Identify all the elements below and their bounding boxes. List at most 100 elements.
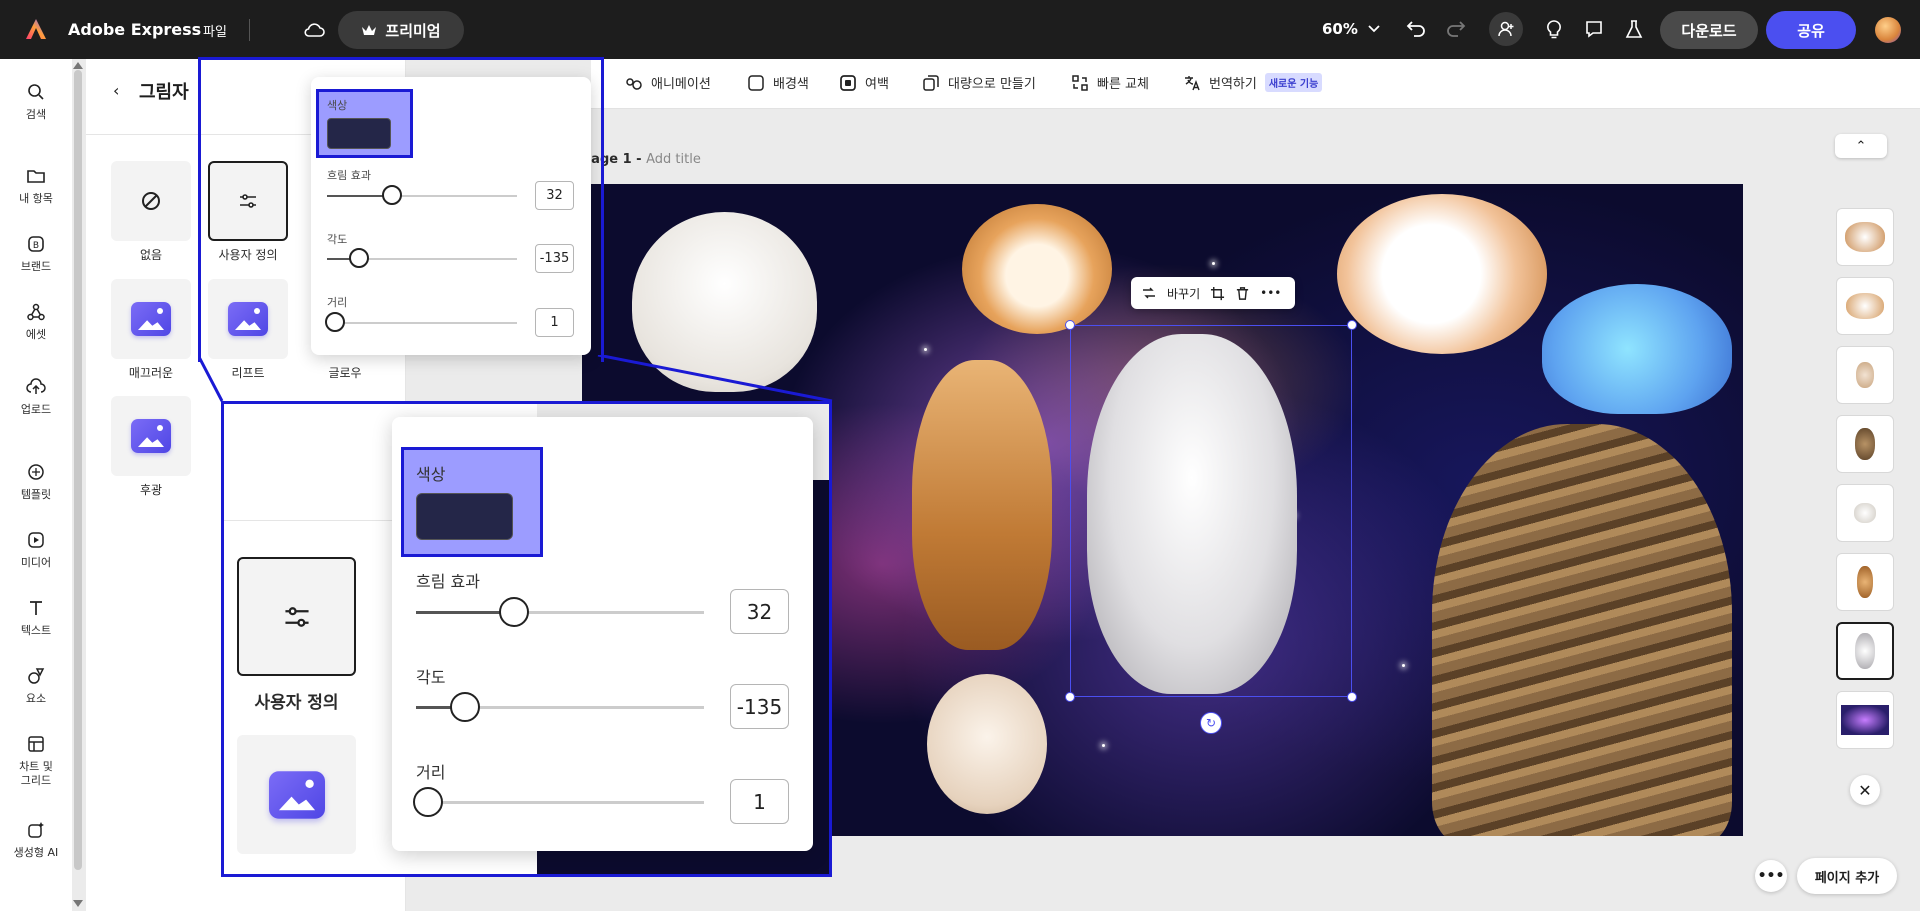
shadow-custom-tile[interactable]: [237, 557, 356, 676]
hamster-image[interactable]: [962, 204, 1112, 334]
rail-item-assets[interactable]: 에셋: [0, 302, 72, 342]
tile-label: 후광: [139, 483, 163, 497]
shadow-lift-tile[interactable]: [237, 735, 356, 854]
crop-icon[interactable]: [1210, 286, 1225, 301]
rail-item-templates[interactable]: 템플릿: [0, 462, 72, 502]
page-title-placeholder[interactable]: Add title: [646, 152, 701, 167]
callout-frame: [198, 57, 604, 362]
page-thumbnail[interactable]: [1836, 346, 1894, 404]
resize-handle[interactable]: [1065, 692, 1075, 702]
rail-item-charts[interactable]: 차트 및 그리드: [0, 734, 72, 788]
rail-item-upload[interactable]: 업로드: [0, 377, 72, 417]
color-label: 색상: [416, 465, 446, 484]
shadow-halo-tile[interactable]: [111, 396, 191, 476]
toolbar-animation[interactable]: 애니메이션: [625, 73, 711, 92]
mouse-image[interactable]: [927, 674, 1047, 814]
page-thumbnail[interactable]: [1836, 415, 1894, 473]
distance-slider[interactable]: [416, 801, 704, 804]
rail-item-elements[interactable]: 요소: [0, 666, 72, 706]
comment-icon[interactable]: [1581, 16, 1607, 42]
rail-item-my-stuff[interactable]: 내 항목: [0, 166, 72, 206]
invite-user-icon[interactable]: [1489, 12, 1523, 46]
distance-value-input[interactable]: 1: [730, 779, 789, 824]
color-swatch[interactable]: [416, 493, 513, 540]
resize-handle[interactable]: [1347, 692, 1357, 702]
guinea-pig-image[interactable]: [1337, 194, 1547, 354]
page-thumbnail[interactable]: [1836, 277, 1894, 335]
download-button[interactable]: 다운로드: [1660, 11, 1758, 49]
blur-slider[interactable]: [416, 611, 704, 614]
thumbnails-scroll-up-chevron-icon[interactable]: ⌃: [1835, 134, 1887, 158]
rail-label: 생성형 AI: [13, 846, 59, 859]
flask-icon[interactable]: [1621, 16, 1647, 42]
angle-slider-thumb[interactable]: [449, 692, 480, 722]
brand-icon: B: [28, 236, 44, 252]
new-feature-badge: 새로운 기능: [1264, 73, 1323, 92]
toolbar-label: 배경색: [773, 77, 809, 92]
premium-button[interactable]: 프리미엄: [338, 11, 464, 49]
crown-icon: [362, 25, 377, 35]
page-thumbnail[interactable]: [1836, 484, 1894, 542]
zoom-value: 60%: [1322, 20, 1358, 38]
share-button[interactable]: 공유: [1766, 11, 1856, 49]
tabby-cat-image[interactable]: [1432, 424, 1732, 836]
divider: [249, 19, 250, 41]
trash-icon[interactable]: [1235, 286, 1250, 301]
cloud-icon[interactable]: [303, 18, 327, 40]
profile-avatar[interactable]: [1875, 17, 1901, 43]
rail-item-generative-ai[interactable]: 생성형 AI: [0, 820, 72, 860]
add-page-button[interactable]: 페이지 추가: [1797, 858, 1897, 894]
distance-slider-thumb[interactable]: [412, 787, 443, 817]
zoom-control[interactable]: 60%: [1322, 20, 1380, 38]
blur-slider-thumb[interactable]: [498, 597, 529, 627]
toolbar-bulk-create[interactable]: 대량으로 만들기: [922, 73, 1036, 92]
back-chevron-icon[interactable]: ‹: [113, 81, 119, 100]
rail-item-text[interactable]: 텍스트: [0, 598, 72, 638]
star: [924, 348, 927, 351]
toolbar-quick-swap[interactable]: 빠른 교체: [1071, 73, 1149, 92]
more-options-icon[interactable]: •••: [1755, 860, 1787, 892]
toolbar-label: 여백: [865, 77, 889, 92]
rotate-icon[interactable]: ↻: [1200, 712, 1222, 734]
chevron-down-icon: [1368, 25, 1380, 33]
redo-icon[interactable]: [1443, 16, 1469, 42]
sliders-icon: [284, 606, 309, 627]
replace-icon[interactable]: [1141, 285, 1157, 301]
rail-item-brand[interactable]: B 브랜드: [0, 234, 72, 274]
file-menu[interactable]: 파일: [203, 21, 227, 40]
adobe-express-logo-icon[interactable]: [24, 17, 48, 41]
rail-item-media[interactable]: 미디어: [0, 530, 72, 570]
angle-value-input[interactable]: -135: [730, 684, 789, 729]
toolbar-padding[interactable]: 여백: [839, 73, 889, 92]
tile-label: 없음: [139, 248, 163, 262]
orange-cat-image[interactable]: [912, 360, 1052, 650]
translate-icon: [1185, 75, 1200, 90]
scroll-down-arrow-icon[interactable]: [73, 900, 83, 907]
shadow-none-tile[interactable]: [111, 161, 191, 241]
close-icon[interactable]: ✕: [1850, 775, 1880, 805]
scroll-up-arrow-icon[interactable]: [73, 62, 83, 69]
lightbulb-icon[interactable]: [1541, 16, 1567, 42]
replace-label[interactable]: 바꾸기: [1167, 285, 1200, 302]
blue-guinea-pig-image[interactable]: [1542, 284, 1732, 414]
more-options-icon[interactable]: •••: [1260, 286, 1281, 300]
shadow-smooth-tile[interactable]: [111, 279, 191, 359]
resize-handle[interactable]: [1347, 320, 1357, 330]
page-thumbnail[interactable]: [1836, 553, 1894, 611]
toolbar-translate[interactable]: 번역하기 새로운 기능: [1183, 73, 1323, 92]
rail-scrollbar[interactable]: [74, 70, 82, 870]
rail-label: 업로드: [20, 403, 52, 416]
page-thumbnail[interactable]: [1836, 208, 1894, 266]
toolbar-background-color[interactable]: 배경색: [747, 73, 809, 92]
page-thumbnail-selected[interactable]: [1836, 622, 1894, 680]
text-icon: [30, 601, 42, 615]
resize-handle[interactable]: [1065, 320, 1075, 330]
animation-icon: [626, 77, 642, 90]
undo-icon[interactable]: [1403, 16, 1429, 42]
rail-item-search[interactable]: 검색: [0, 82, 72, 122]
bulk-create-icon: [923, 74, 939, 91]
rail-label: 미디어: [20, 556, 52, 569]
blur-value-input[interactable]: 32: [730, 589, 789, 634]
rail-label: 에셋: [25, 328, 47, 341]
page-thumbnail[interactable]: [1836, 691, 1894, 749]
